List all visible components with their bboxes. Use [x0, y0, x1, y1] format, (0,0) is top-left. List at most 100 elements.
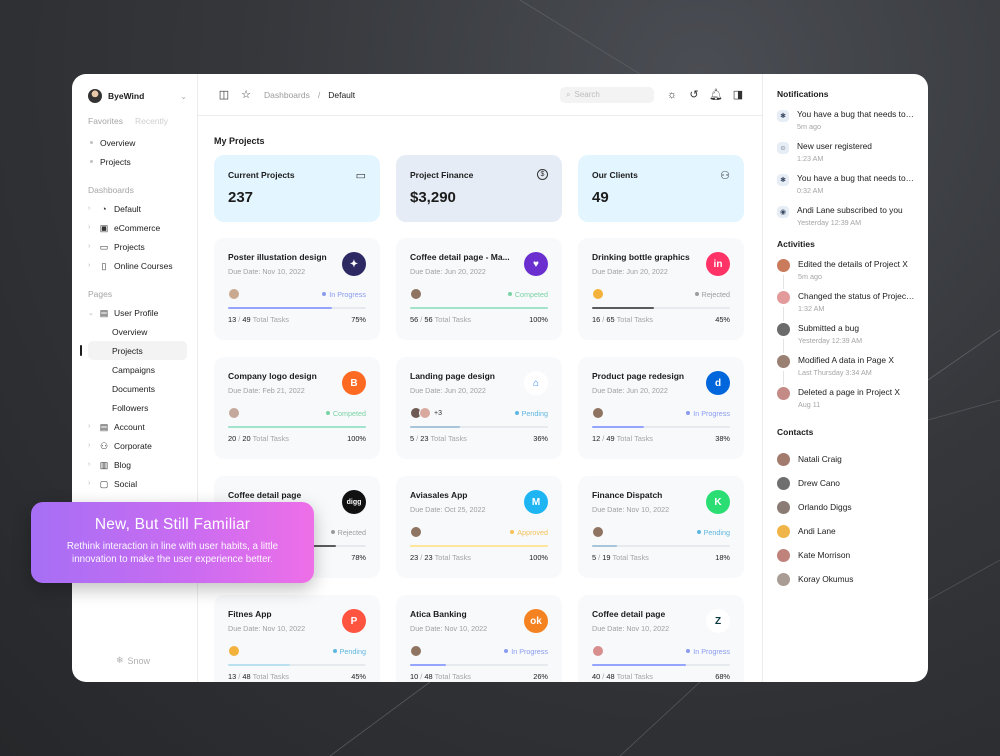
project-card[interactable]: Product page redesign Due Date: Jun 20, 2… [578, 357, 744, 459]
dot-icon [90, 160, 93, 163]
tab-favorites[interactable]: Favorites [88, 116, 123, 126]
contact-item[interactable]: Drew Cano [777, 471, 914, 495]
aviasales-logo: M [524, 490, 548, 514]
search-input[interactable]: ⌕ Search [560, 86, 654, 103]
stat-value: 49 [592, 189, 609, 206]
sidebar-subitem-campaigns[interactable]: Campaigns [88, 360, 187, 379]
promo-title: New, But Still Familiar [94, 516, 251, 533]
chevron-right-icon: › [88, 442, 91, 449]
notification-item[interactable]: ☺ New user registered 1:23 AM [777, 141, 914, 165]
breadcrumb-dashboards[interactable]: Dashboards [264, 90, 310, 100]
notification-item[interactable]: ✱ You have a bug that needs to be fixed. 0… [777, 173, 915, 197]
brand-switcher[interactable]: ByeWind ⌄ [88, 88, 187, 104]
project-footer: 16 / 65 Total Tasks 45% [592, 315, 730, 324]
notification-item[interactable]: ◉ Andi Lane subscribed to you Yesterday 12… [777, 205, 914, 229]
sidebar-item-online-courses[interactable]: › ▯ Online Courses [88, 256, 187, 275]
favorite-label: Overview [100, 137, 136, 148]
favorite-item-projects[interactable]: Projects [88, 152, 187, 171]
activity-item[interactable]: Changed the status of Project X 1:32 AM [777, 291, 916, 323]
activity-item[interactable]: Deleted a page in Project X Aug 11 [777, 387, 914, 419]
activity-item[interactable]: Modified A data in Page X Last Thursday 3… [777, 355, 914, 387]
sidebar-item-ecommerce[interactable]: › ▣ eCommerce [88, 218, 187, 237]
project-card[interactable]: Coffee detail page - Ma... Due Date: Jun … [396, 238, 562, 340]
stat-card[interactable]: Project Finance $3,290 $ [396, 155, 562, 222]
sidebar-item-projects[interactable]: › ▭ Projects [88, 237, 187, 256]
project-card[interactable]: Aviasales App Due Date: Oct 25, 2022 M Appr… [396, 476, 562, 578]
stat-card[interactable]: Current Projects 237 ▭ [214, 155, 380, 222]
contact-item[interactable]: Andi Lane [777, 519, 914, 543]
chevron-right-icon: › [88, 480, 91, 487]
sidebar-item-user-profile[interactable]: ⌄ ▤ User Profile [88, 303, 187, 322]
stat-value: $3,290 [410, 189, 456, 206]
sidebar-toggle-icon[interactable]: ◫ [218, 89, 230, 101]
notification-time: 1:23 AM [797, 154, 824, 163]
sidebar-subitem-followers[interactable]: Followers [88, 398, 187, 417]
progress-bar [410, 664, 548, 666]
star-icon[interactable]: ☆ [240, 89, 252, 101]
favorite-item-overview[interactable]: Overview [88, 133, 187, 152]
avatar-more-count: +3 [434, 409, 442, 417]
chevron-right-icon: › [88, 262, 91, 269]
contact-item[interactable]: Natali Craig [777, 447, 914, 471]
bell-icon[interactable]: 🔔︎ [709, 89, 723, 101]
tasks-label: Total Tasks [434, 553, 471, 562]
history-icon[interactable]: ↺ [688, 89, 700, 101]
project-card[interactable]: Fitnes App Due Date: Nov 10, 2022 P Pending… [214, 595, 380, 682]
heart-app-logo: ♥ [524, 252, 548, 276]
sun-icon[interactable]: ☼ [666, 89, 678, 101]
project-card[interactable]: Landing page design Due Date: Jun 20, 202… [396, 357, 562, 459]
contact-item[interactable]: Kate Morrison [777, 543, 914, 567]
progress-bar [592, 664, 730, 666]
progress-fill [592, 664, 686, 666]
progress-bar [228, 307, 366, 309]
footer-label: Snow [127, 655, 151, 666]
status-badge: In Progress [504, 647, 548, 656]
tasks-total: 20 [242, 434, 251, 443]
project-card[interactable]: Poster illustation design Due Date: Nov 1… [214, 238, 380, 340]
sidebar-subitem-overview[interactable]: Overview [88, 322, 187, 341]
notification-body: Andi Lane subscribed to you Yesterday 12:… [797, 205, 915, 229]
chevron-right-icon: › [88, 461, 91, 468]
chat-icon: ▢ [99, 478, 109, 489]
sidebar-item-default[interactable]: › ◔ Default [88, 199, 187, 218]
sidebar-item-blog[interactable]: › ▥ Blog [88, 455, 187, 474]
notification-text: You have a bug that needs to be fixed. [797, 109, 915, 119]
tab-recently[interactable]: Recently [135, 116, 168, 126]
avatar-group [228, 645, 333, 657]
sidebar-subitem-documents[interactable]: Documents [88, 379, 187, 398]
contact-item[interactable]: Orlando Diggs [777, 495, 914, 519]
activity-item[interactable]: Submitted a bug Yesterday 12:39 AM [777, 323, 914, 355]
project-card[interactable]: Drinking bottle graphics Due Date: Jun 20… [578, 238, 744, 340]
contact-item[interactable]: Koray Okumus [777, 567, 914, 591]
status-label: Competed [514, 289, 548, 299]
sidebar-subitem-projects[interactable]: Projects [80, 341, 187, 360]
avatar [777, 572, 790, 586]
activity-text: Edited the details of Project X [798, 259, 908, 269]
stat-card[interactable]: Our Clients 49 ⚇ [578, 155, 744, 222]
sidebar-item-corporate[interactable]: › ⚇ Corporate [88, 436, 187, 455]
sidebar-item-social[interactable]: › ▢ Social [88, 474, 187, 493]
progress-fill [592, 307, 655, 309]
project-card[interactable]: Atica Banking Due Date: Nov 10, 2022 ok In … [396, 595, 562, 682]
progress-bar [410, 545, 548, 547]
panel-toggle-icon[interactable]: ◨ [732, 89, 744, 101]
tasks-done: 20 [228, 434, 237, 443]
notification-item[interactable]: ✱ You have a bug that needs to be fixed. 5… [777, 109, 915, 133]
status-dot [686, 411, 691, 415]
bug-icon: ✱ [777, 174, 789, 186]
activity-text: Deleted a page in Project X [798, 387, 900, 397]
project-card[interactable]: Finance Dispatch Due Date: Nov 10, 2022 K P… [578, 476, 744, 578]
sidebar-item-account[interactable]: › ▤ Account [88, 417, 187, 436]
contact-name: Natali Craig [798, 454, 842, 464]
dollar-circle-icon: $ [537, 169, 548, 180]
timeline-connector [783, 307, 784, 321]
status-badge: Competed [507, 289, 548, 299]
activity-item[interactable]: Edited the details of Project X 5m ago [777, 259, 914, 291]
project-card[interactable]: Company logo design Due Date: Feb 21, 202… [214, 357, 380, 459]
progress-fill [410, 664, 446, 666]
status-label: Pending [521, 408, 548, 418]
project-card[interactable]: Coffee detail pageDue Date: Nov 10, 2022… [578, 595, 744, 682]
progress-percent: 68% [715, 672, 730, 681]
dot-icon [90, 141, 93, 144]
project-title: Aviasales App [410, 490, 468, 500]
